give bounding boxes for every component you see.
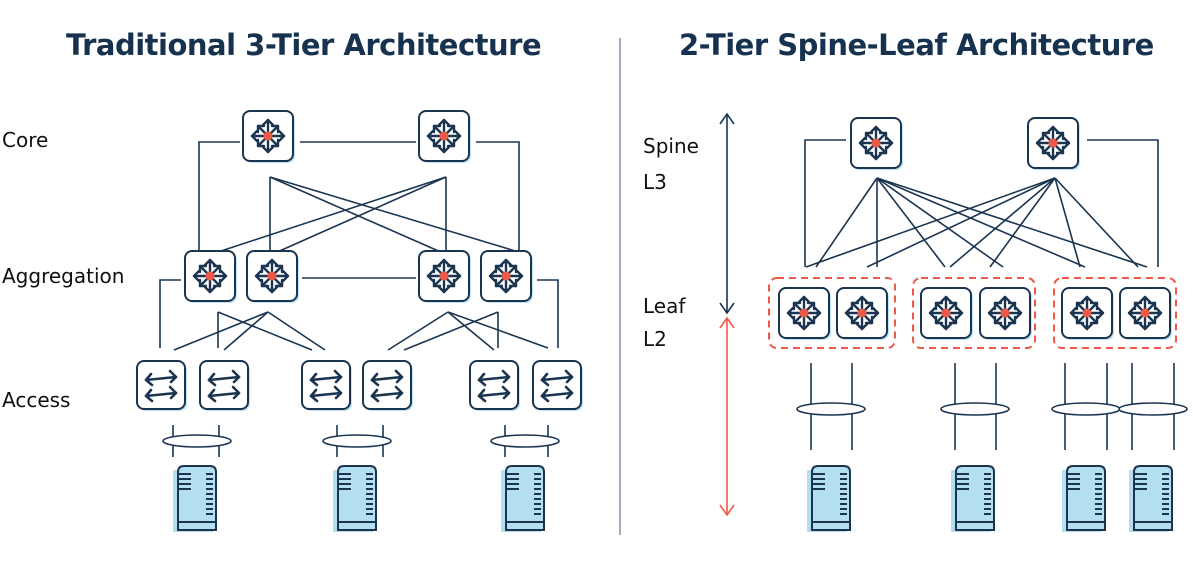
link-line <box>269 176 444 254</box>
link-line <box>476 141 520 253</box>
server-icon <box>501 465 545 532</box>
link-bundle-icon <box>1051 402 1121 416</box>
aggregation-router-icon <box>246 250 300 304</box>
server-icon <box>173 465 217 532</box>
leaf-router-icon <box>979 287 1033 341</box>
link-line <box>173 311 269 351</box>
access-switch-icon <box>136 360 188 412</box>
access-switch-icon <box>362 360 414 412</box>
link-bundle-icon <box>162 434 232 448</box>
link-line <box>949 177 1056 268</box>
link-line <box>198 141 240 253</box>
leaf-router-icon <box>1061 287 1115 341</box>
server-icon <box>1062 465 1106 532</box>
aggregation-router-icon <box>418 250 472 304</box>
core-router-icon <box>242 110 296 164</box>
aggregation-router-icon <box>184 250 238 304</box>
link-bundle-icon <box>796 402 866 416</box>
link-line <box>159 279 181 348</box>
link-line <box>989 177 1056 268</box>
server-icon <box>807 465 851 532</box>
link-line <box>876 177 946 268</box>
link-bundle-icon <box>1118 402 1188 416</box>
leaf-router-icon <box>778 287 832 341</box>
access-switch-icon <box>469 360 521 412</box>
access-switch-icon <box>532 360 584 412</box>
link-line <box>1087 139 1159 267</box>
core-router-icon <box>418 110 472 164</box>
link-bundle-icon <box>490 434 560 448</box>
leaf-router-icon <box>920 287 974 341</box>
link-line <box>537 279 559 348</box>
spine-router-icon <box>850 117 904 171</box>
link-line <box>269 176 523 254</box>
link-line <box>815 177 878 268</box>
network-diagram <box>136 38 1188 535</box>
leaf-router-icon <box>1119 287 1173 341</box>
link-line <box>274 176 447 254</box>
link-bundle-icon <box>940 402 1010 416</box>
spine-router-icon <box>1027 117 1081 171</box>
access-switch-icon <box>301 360 353 412</box>
leaf-router-icon <box>836 287 890 341</box>
link-line <box>804 139 846 267</box>
access-switch-icon <box>199 360 251 412</box>
link-bundle-icon <box>322 434 392 448</box>
aggregation-router-icon <box>480 250 534 304</box>
server-icon <box>951 465 995 532</box>
server-icon <box>1129 465 1173 532</box>
link-line <box>214 176 447 254</box>
link-line <box>876 177 1086 268</box>
link-line <box>876 177 1148 268</box>
link-line <box>447 311 495 351</box>
server-icon <box>333 465 377 532</box>
link-line <box>805 177 1056 268</box>
